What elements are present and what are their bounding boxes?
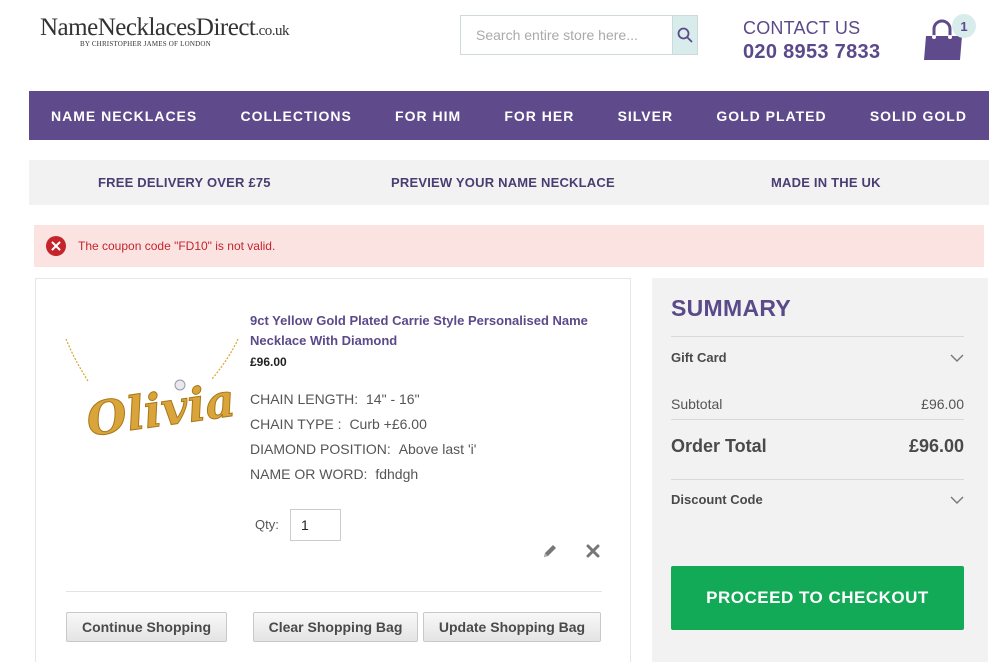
- nav-item-gold-plated[interactable]: GOLD PLATED: [716, 108, 826, 124]
- cart-item-panel: Olivia 9ct Yellow Gold Plated Carrie Sty…: [35, 278, 631, 662]
- subtotal-row: Subtotal £96.00: [671, 396, 964, 412]
- site-header: NameNecklacesDirect.co.uk BY CHRISTOPHER…: [0, 0, 999, 90]
- update-shopping-bag-button[interactable]: Update Shopping Bag: [423, 612, 601, 642]
- nav-item-collections[interactable]: COLLECTIONS: [240, 108, 351, 124]
- edit-icon[interactable]: [541, 542, 559, 565]
- option-chain-length: CHAIN LENGTH: 14" - 16": [250, 391, 420, 407]
- product-name[interactable]: 9ct Yellow Gold Plated Carrie Style Pers…: [250, 311, 590, 351]
- option-chain-type: CHAIN TYPE : Curb +£6.00: [250, 416, 427, 432]
- gift-card-toggle[interactable]: Gift Card: [671, 350, 964, 365]
- search-icon: [677, 27, 693, 43]
- contact-info: CONTACT US 020 8953 7833: [743, 18, 880, 64]
- proceed-to-checkout-button[interactable]: PROCEED TO CHECKOUT: [671, 566, 964, 630]
- benefit-preview[interactable]: PREVIEW YOUR NAME NECKLACE: [391, 175, 615, 190]
- site-logo[interactable]: NameNecklacesDirect.co.uk BY CHRISTOPHER…: [40, 14, 290, 48]
- product-image[interactable]: Olivia: [62, 319, 242, 447]
- divider: [671, 336, 964, 337]
- product-image-text: Olivia: [83, 373, 238, 439]
- divider: [671, 419, 964, 420]
- nav-item-for-him[interactable]: FOR HIM: [395, 108, 461, 124]
- benefit-made-in-uk[interactable]: MADE IN THE UK: [771, 175, 881, 190]
- option-name-or-word: NAME OR WORD: fdhdgh: [250, 466, 419, 482]
- qty-input[interactable]: [290, 509, 341, 541]
- error-message: The coupon code "FD10" is not valid.: [34, 225, 984, 267]
- qty-label: Qty:: [255, 517, 279, 532]
- chevron-down-icon: [950, 496, 964, 504]
- contact-phone[interactable]: 020 8953 7833: [743, 41, 880, 64]
- order-total-row: Order Total £96.00: [671, 436, 964, 456]
- contact-label[interactable]: CONTACT US: [743, 18, 880, 39]
- cart-count-badge: 1: [952, 14, 976, 38]
- benefits-bar: FREE DELIVERY OVER £75 PREVIEW YOUR NAME…: [29, 160, 989, 205]
- nav-item-silver[interactable]: SILVER: [618, 108, 674, 124]
- chevron-down-icon: [950, 354, 964, 362]
- order-summary: SUMMARY Gift Card Subtotal £96.00 Order …: [652, 278, 988, 662]
- summary-title: SUMMARY: [671, 295, 792, 321]
- remove-icon[interactable]: [585, 543, 601, 564]
- clear-shopping-bag-button[interactable]: Clear Shopping Bag: [253, 612, 418, 642]
- option-diamond-position: DIAMOND POSITION: Above last 'i': [250, 441, 477, 457]
- search-input[interactable]: [461, 16, 672, 54]
- cart-button[interactable]: 1: [922, 14, 978, 64]
- discount-code-toggle[interactable]: Discount Code: [671, 492, 964, 507]
- product-price: £96.00: [250, 355, 287, 369]
- main-nav: NAME NECKLACES COLLECTIONS FOR HIM FOR H…: [29, 91, 989, 140]
- continue-shopping-button[interactable]: Continue Shopping: [66, 612, 227, 642]
- search-button[interactable]: [672, 16, 697, 54]
- close-icon: [46, 236, 66, 256]
- error-text: The coupon code "FD10" is not valid.: [78, 239, 276, 253]
- divider: [66, 591, 602, 592]
- nav-item-name-necklaces[interactable]: NAME NECKLACES: [51, 108, 197, 124]
- nav-item-for-her[interactable]: FOR HER: [504, 108, 574, 124]
- nav-item-solid-gold[interactable]: SOLID GOLD: [870, 108, 967, 124]
- divider: [671, 479, 964, 480]
- benefit-free-delivery[interactable]: FREE DELIVERY OVER £75: [98, 175, 271, 190]
- search-bar: [460, 15, 698, 55]
